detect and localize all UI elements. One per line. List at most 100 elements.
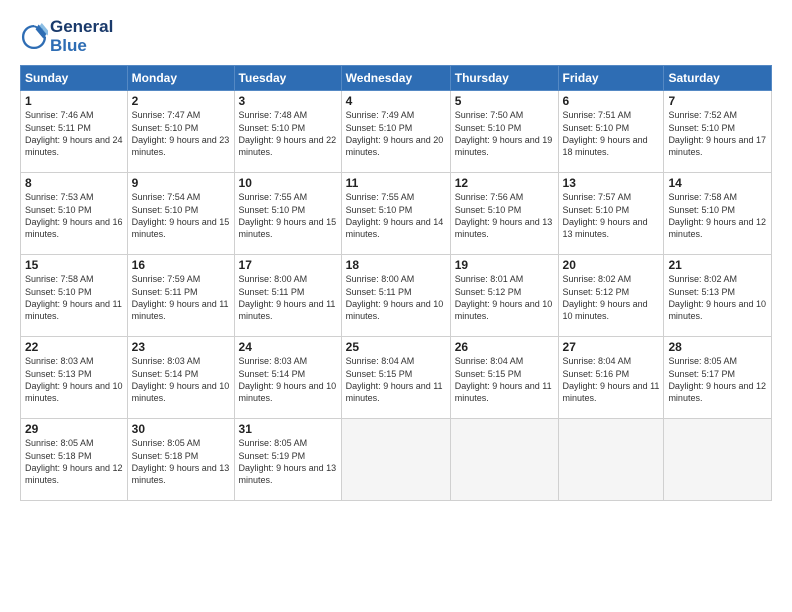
day-number: 10 — [239, 176, 337, 190]
day-details: Sunrise: 7:55 AMSunset: 5:10 PMDaylight:… — [239, 191, 337, 240]
calendar-header-row: SundayMondayTuesdayWednesdayThursdayFrid… — [21, 66, 772, 91]
calendar-day-cell: 29Sunrise: 8:05 AMSunset: 5:18 PMDayligh… — [21, 419, 128, 501]
day-number: 31 — [239, 422, 337, 436]
calendar-page: General Blue SundayMondayTuesdayWednesda… — [0, 0, 792, 612]
calendar-day-cell: 26Sunrise: 8:04 AMSunset: 5:15 PMDayligh… — [450, 337, 558, 419]
calendar-day-cell: 6Sunrise: 7:51 AMSunset: 5:10 PMDaylight… — [558, 91, 664, 173]
calendar-day-cell: 22Sunrise: 8:03 AMSunset: 5:13 PMDayligh… — [21, 337, 128, 419]
day-details: Sunrise: 7:52 AMSunset: 5:10 PMDaylight:… — [668, 109, 767, 158]
calendar-week-row: 8Sunrise: 7:53 AMSunset: 5:10 PMDaylight… — [21, 173, 772, 255]
day-details: Sunrise: 8:05 AMSunset: 5:18 PMDaylight:… — [132, 437, 230, 486]
weekday-header: Monday — [127, 66, 234, 91]
day-details: Sunrise: 7:55 AMSunset: 5:10 PMDaylight:… — [346, 191, 446, 240]
calendar-day-cell: 23Sunrise: 8:03 AMSunset: 5:14 PMDayligh… — [127, 337, 234, 419]
weekday-header: Saturday — [664, 66, 772, 91]
day-details: Sunrise: 8:05 AMSunset: 5:19 PMDaylight:… — [239, 437, 337, 486]
day-details: Sunrise: 8:02 AMSunset: 5:12 PMDaylight:… — [563, 273, 660, 322]
calendar-day-cell: 18Sunrise: 8:00 AMSunset: 5:11 PMDayligh… — [341, 255, 450, 337]
day-number: 4 — [346, 94, 446, 108]
weekday-header: Wednesday — [341, 66, 450, 91]
weekday-header: Sunday — [21, 66, 128, 91]
day-number: 20 — [563, 258, 660, 272]
day-number: 12 — [455, 176, 554, 190]
day-details: Sunrise: 7:50 AMSunset: 5:10 PMDaylight:… — [455, 109, 554, 158]
day-details: Sunrise: 7:47 AMSunset: 5:10 PMDaylight:… — [132, 109, 230, 158]
weekday-header: Tuesday — [234, 66, 341, 91]
day-details: Sunrise: 7:49 AMSunset: 5:10 PMDaylight:… — [346, 109, 446, 158]
day-details: Sunrise: 8:00 AMSunset: 5:11 PMDaylight:… — [239, 273, 337, 322]
weekday-header: Friday — [558, 66, 664, 91]
day-number: 13 — [563, 176, 660, 190]
calendar-day-cell: 20Sunrise: 8:02 AMSunset: 5:12 PMDayligh… — [558, 255, 664, 337]
day-details: Sunrise: 7:54 AMSunset: 5:10 PMDaylight:… — [132, 191, 230, 240]
day-number: 23 — [132, 340, 230, 354]
day-number: 15 — [25, 258, 123, 272]
calendar-table: SundayMondayTuesdayWednesdayThursdayFrid… — [20, 65, 772, 501]
day-number: 25 — [346, 340, 446, 354]
calendar-day-cell: 7Sunrise: 7:52 AMSunset: 5:10 PMDaylight… — [664, 91, 772, 173]
calendar-day-cell: 14Sunrise: 7:58 AMSunset: 5:10 PMDayligh… — [664, 173, 772, 255]
calendar-day-cell — [450, 419, 558, 501]
day-details: Sunrise: 8:04 AMSunset: 5:15 PMDaylight:… — [346, 355, 446, 404]
calendar-day-cell: 28Sunrise: 8:05 AMSunset: 5:17 PMDayligh… — [664, 337, 772, 419]
day-number: 24 — [239, 340, 337, 354]
calendar-day-cell: 19Sunrise: 8:01 AMSunset: 5:12 PMDayligh… — [450, 255, 558, 337]
calendar-day-cell: 2Sunrise: 7:47 AMSunset: 5:10 PMDaylight… — [127, 91, 234, 173]
logo-text-line1: General — [50, 18, 113, 37]
day-details: Sunrise: 8:05 AMSunset: 5:18 PMDaylight:… — [25, 437, 123, 486]
day-details: Sunrise: 7:51 AMSunset: 5:10 PMDaylight:… — [563, 109, 660, 158]
day-details: Sunrise: 8:05 AMSunset: 5:17 PMDaylight:… — [668, 355, 767, 404]
calendar-day-cell: 11Sunrise: 7:55 AMSunset: 5:10 PMDayligh… — [341, 173, 450, 255]
logo: General Blue — [20, 18, 113, 55]
day-number: 22 — [25, 340, 123, 354]
day-number: 17 — [239, 258, 337, 272]
day-number: 16 — [132, 258, 230, 272]
day-number: 6 — [563, 94, 660, 108]
calendar-day-cell: 10Sunrise: 7:55 AMSunset: 5:10 PMDayligh… — [234, 173, 341, 255]
calendar-day-cell: 15Sunrise: 7:58 AMSunset: 5:10 PMDayligh… — [21, 255, 128, 337]
day-details: Sunrise: 8:00 AMSunset: 5:11 PMDaylight:… — [346, 273, 446, 322]
day-number: 28 — [668, 340, 767, 354]
calendar-day-cell: 25Sunrise: 8:04 AMSunset: 5:15 PMDayligh… — [341, 337, 450, 419]
day-number: 5 — [455, 94, 554, 108]
day-details: Sunrise: 8:01 AMSunset: 5:12 PMDaylight:… — [455, 273, 554, 322]
calendar-day-cell: 24Sunrise: 8:03 AMSunset: 5:14 PMDayligh… — [234, 337, 341, 419]
day-details: Sunrise: 8:03 AMSunset: 5:13 PMDaylight:… — [25, 355, 123, 404]
day-number: 26 — [455, 340, 554, 354]
calendar-week-row: 29Sunrise: 8:05 AMSunset: 5:18 PMDayligh… — [21, 419, 772, 501]
calendar-day-cell: 27Sunrise: 8:04 AMSunset: 5:16 PMDayligh… — [558, 337, 664, 419]
calendar-day-cell: 1Sunrise: 7:46 AMSunset: 5:11 PMDaylight… — [21, 91, 128, 173]
day-number: 7 — [668, 94, 767, 108]
logo-icon — [20, 23, 48, 51]
day-details: Sunrise: 8:04 AMSunset: 5:16 PMDaylight:… — [563, 355, 660, 404]
calendar-day-cell: 12Sunrise: 7:56 AMSunset: 5:10 PMDayligh… — [450, 173, 558, 255]
calendar-day-cell: 3Sunrise: 7:48 AMSunset: 5:10 PMDaylight… — [234, 91, 341, 173]
calendar-day-cell: 5Sunrise: 7:50 AMSunset: 5:10 PMDaylight… — [450, 91, 558, 173]
day-details: Sunrise: 7:58 AMSunset: 5:10 PMDaylight:… — [668, 191, 767, 240]
calendar-day-cell: 16Sunrise: 7:59 AMSunset: 5:11 PMDayligh… — [127, 255, 234, 337]
calendar-day-cell: 31Sunrise: 8:05 AMSunset: 5:19 PMDayligh… — [234, 419, 341, 501]
calendar-day-cell: 9Sunrise: 7:54 AMSunset: 5:10 PMDaylight… — [127, 173, 234, 255]
day-details: Sunrise: 8:04 AMSunset: 5:15 PMDaylight:… — [455, 355, 554, 404]
calendar-day-cell: 17Sunrise: 8:00 AMSunset: 5:11 PMDayligh… — [234, 255, 341, 337]
day-number: 9 — [132, 176, 230, 190]
day-number: 27 — [563, 340, 660, 354]
day-number: 11 — [346, 176, 446, 190]
day-details: Sunrise: 7:58 AMSunset: 5:10 PMDaylight:… — [25, 273, 123, 322]
day-details: Sunrise: 8:03 AMSunset: 5:14 PMDaylight:… — [239, 355, 337, 404]
calendar-day-cell: 8Sunrise: 7:53 AMSunset: 5:10 PMDaylight… — [21, 173, 128, 255]
day-number: 19 — [455, 258, 554, 272]
day-details: Sunrise: 7:46 AMSunset: 5:11 PMDaylight:… — [25, 109, 123, 158]
day-number: 18 — [346, 258, 446, 272]
calendar-week-row: 15Sunrise: 7:58 AMSunset: 5:10 PMDayligh… — [21, 255, 772, 337]
day-number: 30 — [132, 422, 230, 436]
calendar-day-cell: 30Sunrise: 8:05 AMSunset: 5:18 PMDayligh… — [127, 419, 234, 501]
calendar-day-cell: 21Sunrise: 8:02 AMSunset: 5:13 PMDayligh… — [664, 255, 772, 337]
calendar-week-row: 1Sunrise: 7:46 AMSunset: 5:11 PMDaylight… — [21, 91, 772, 173]
day-details: Sunrise: 8:02 AMSunset: 5:13 PMDaylight:… — [668, 273, 767, 322]
day-details: Sunrise: 7:56 AMSunset: 5:10 PMDaylight:… — [455, 191, 554, 240]
day-number: 21 — [668, 258, 767, 272]
day-number: 29 — [25, 422, 123, 436]
calendar-day-cell: 13Sunrise: 7:57 AMSunset: 5:10 PMDayligh… — [558, 173, 664, 255]
calendar-week-row: 22Sunrise: 8:03 AMSunset: 5:13 PMDayligh… — [21, 337, 772, 419]
